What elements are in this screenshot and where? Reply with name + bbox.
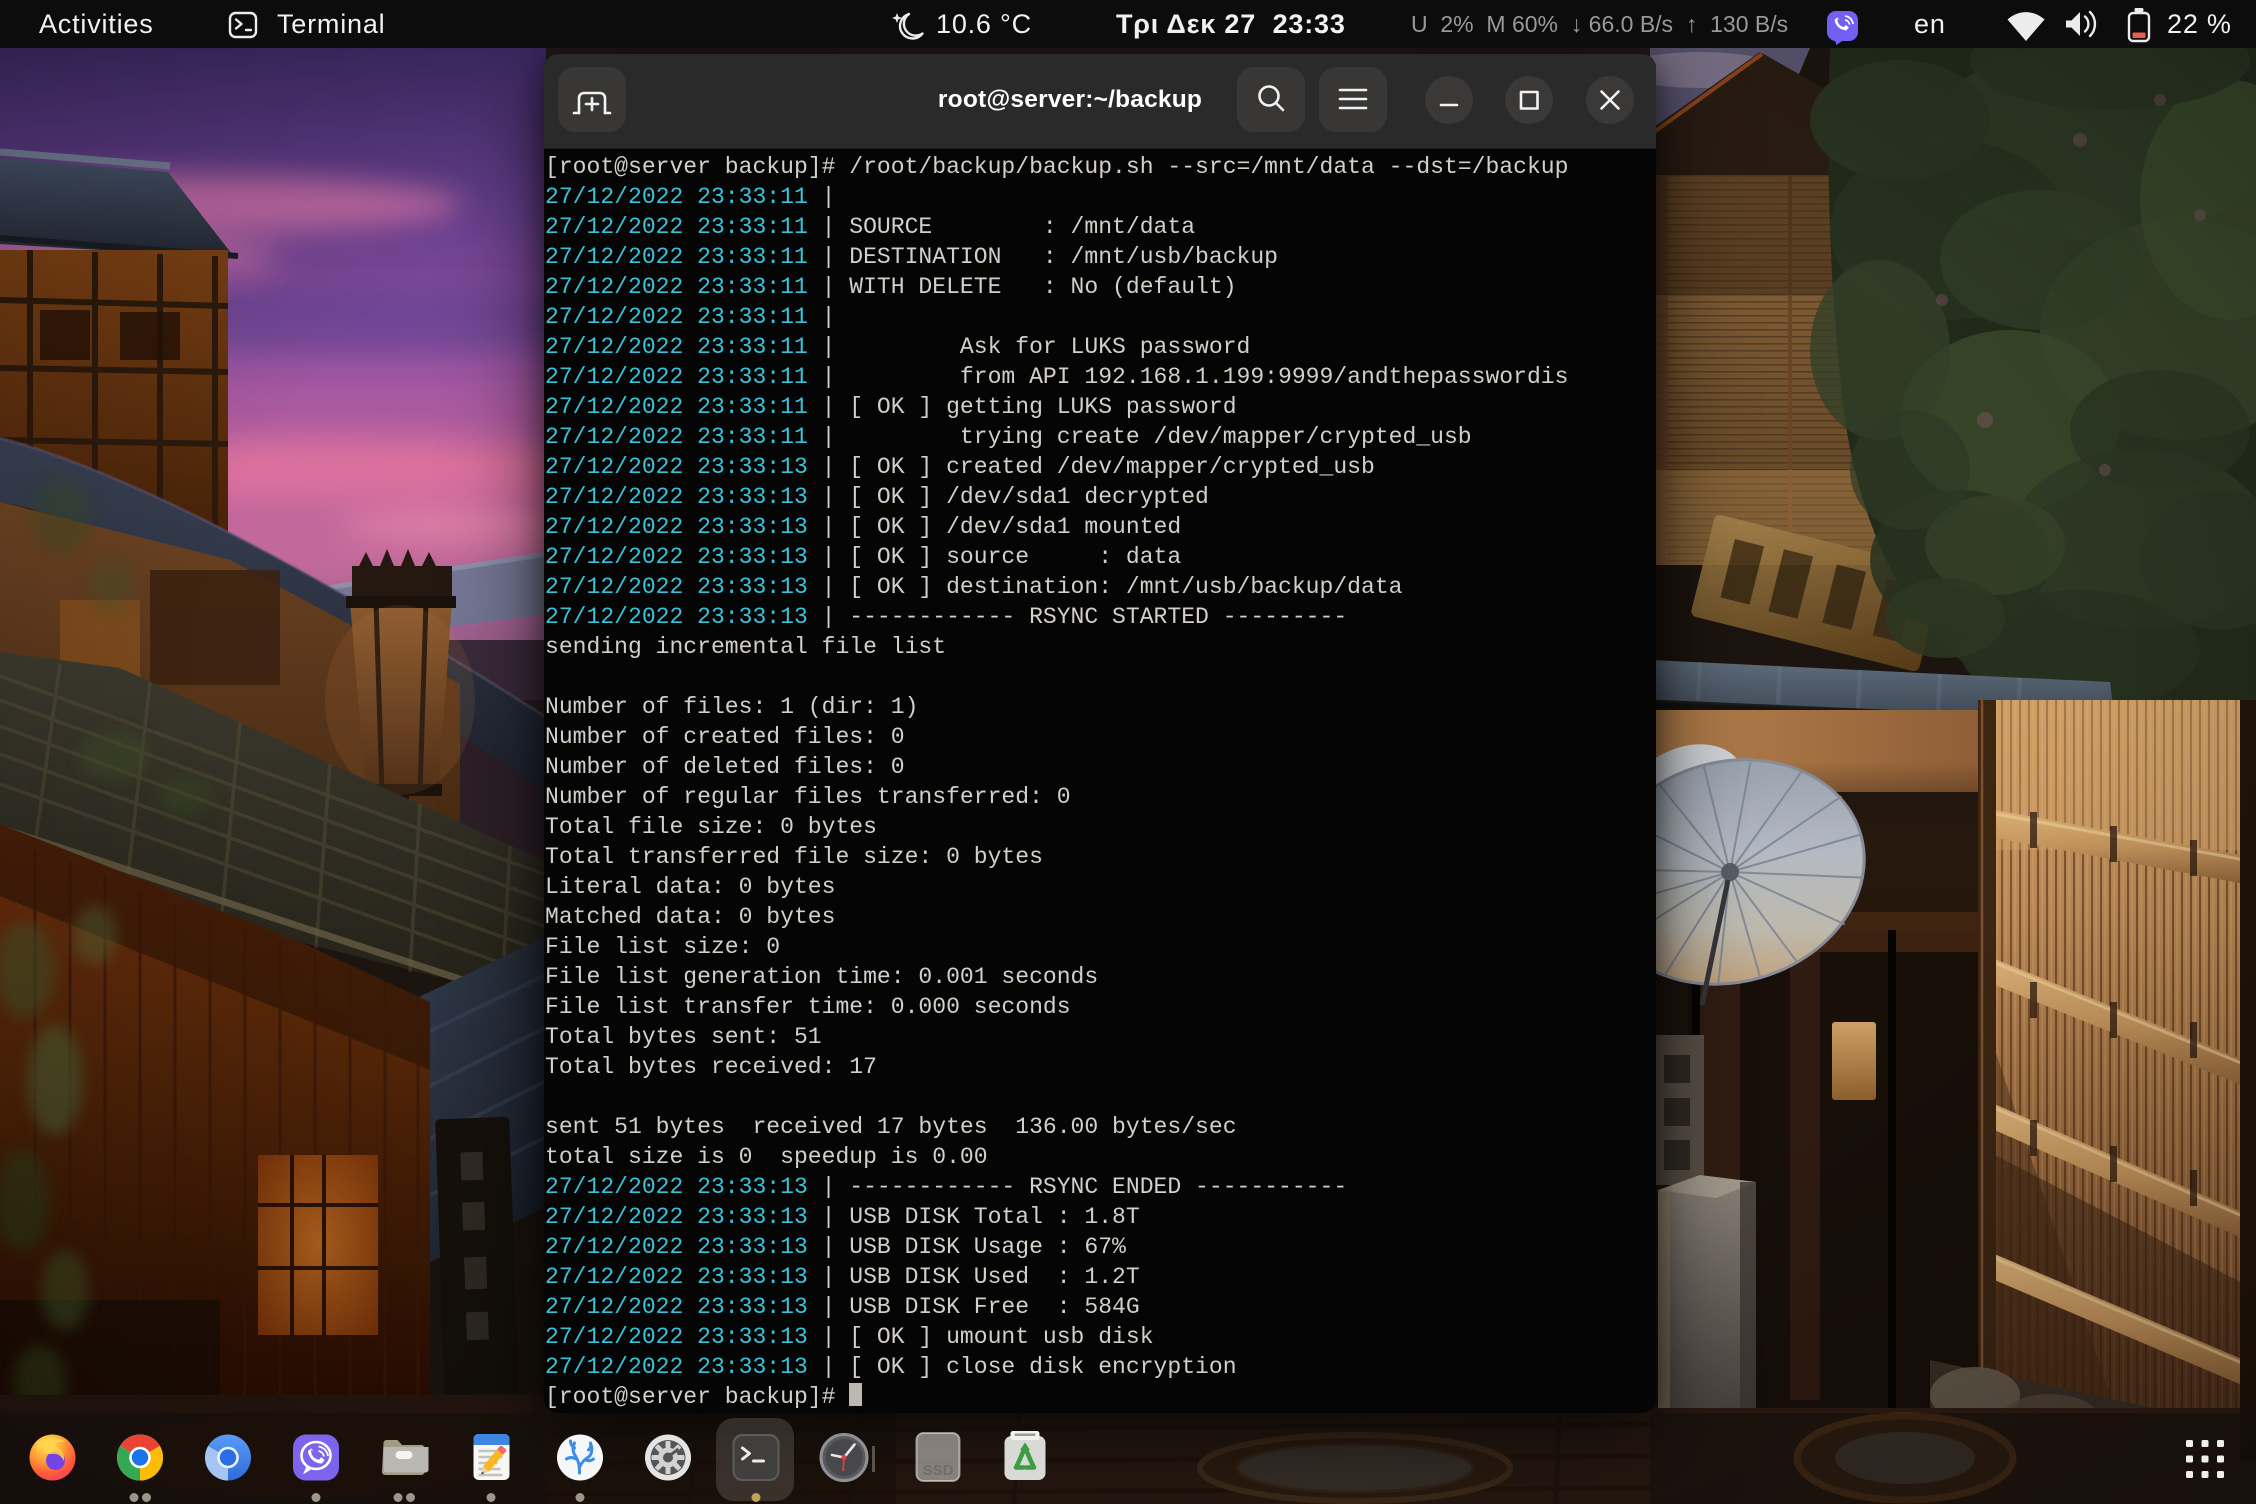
svg-text:SSD: SSD	[923, 1462, 954, 1479]
